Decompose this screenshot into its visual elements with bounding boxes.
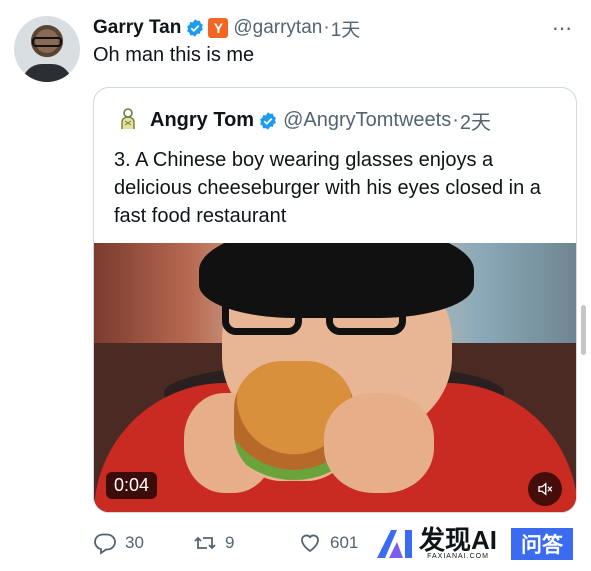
quote-header-separator: · bbox=[452, 109, 459, 131]
watermark: 发现AI FAXIANAI.COM 问答 bbox=[375, 527, 574, 560]
retweet-count: 9 bbox=[225, 533, 235, 552]
video-hand-right bbox=[324, 393, 434, 493]
verified-badge-icon bbox=[187, 19, 204, 37]
video-glasses-bridge bbox=[297, 303, 329, 309]
like-count: 601 bbox=[330, 533, 359, 552]
avatar-glasses bbox=[32, 37, 62, 47]
brand-logo-icon bbox=[377, 529, 412, 558]
retweet-button[interactable]: 9 bbox=[193, 531, 234, 555]
more-options-icon[interactable]: ⋯ bbox=[552, 16, 573, 41]
brand-text: 发现AI FAXIANAI.COM bbox=[419, 527, 497, 560]
quote-author-handle[interactable]: @AngryTomtweets bbox=[283, 109, 451, 132]
verified-badge-icon bbox=[260, 111, 276, 130]
speaker-muted-icon[interactable] bbox=[528, 472, 562, 506]
quoted-tweet[interactable]: Angry Tom @AngryTomtweets · 2天 3. A Chin… bbox=[93, 87, 577, 513]
author-avatar[interactable] bbox=[14, 16, 80, 82]
quote-time[interactable]: 2天 bbox=[460, 106, 491, 135]
author-handle[interactable]: @garrytan bbox=[233, 17, 322, 39]
brand-qa-badge: 问答 bbox=[511, 527, 574, 560]
header-separator: · bbox=[323, 17, 330, 38]
reply-icon bbox=[94, 533, 116, 555]
tweet-text: Oh man this is me bbox=[93, 44, 255, 66]
author-name[interactable]: Garry Tan bbox=[93, 17, 181, 39]
reply-count: 30 bbox=[125, 533, 144, 552]
avatar-shirt bbox=[22, 64, 72, 82]
like-button[interactable]: 601 bbox=[298, 531, 358, 555]
video-glasses-right bbox=[326, 285, 406, 335]
yc-badge-icon: Y bbox=[208, 18, 229, 38]
quote-text: 3. A Chinese boy wearing glasses enjoys … bbox=[114, 149, 541, 227]
quote-author-name[interactable]: Angry Tom bbox=[150, 109, 254, 132]
video-duration: 0:04 bbox=[106, 472, 158, 499]
retweet-icon bbox=[194, 536, 216, 550]
brand-title: 发现AI bbox=[419, 525, 498, 555]
video-player[interactable]: 0:04 bbox=[94, 243, 576, 512]
reply-button[interactable]: 30 bbox=[93, 531, 144, 555]
video-glasses-left bbox=[222, 285, 302, 335]
heart-icon bbox=[301, 534, 319, 553]
scrollbar[interactable] bbox=[581, 305, 586, 355]
tweet-header: Garry Tan Y @garrytan · 1天 bbox=[93, 14, 360, 42]
quote-header: Angry Tom @AngryTomtweets · 2天 bbox=[150, 106, 491, 135]
brand-subtitle: FAXIANAI.COM bbox=[427, 553, 489, 560]
quote-author-avatar[interactable] bbox=[116, 107, 140, 131]
tweet-time[interactable]: 1天 bbox=[331, 15, 361, 42]
